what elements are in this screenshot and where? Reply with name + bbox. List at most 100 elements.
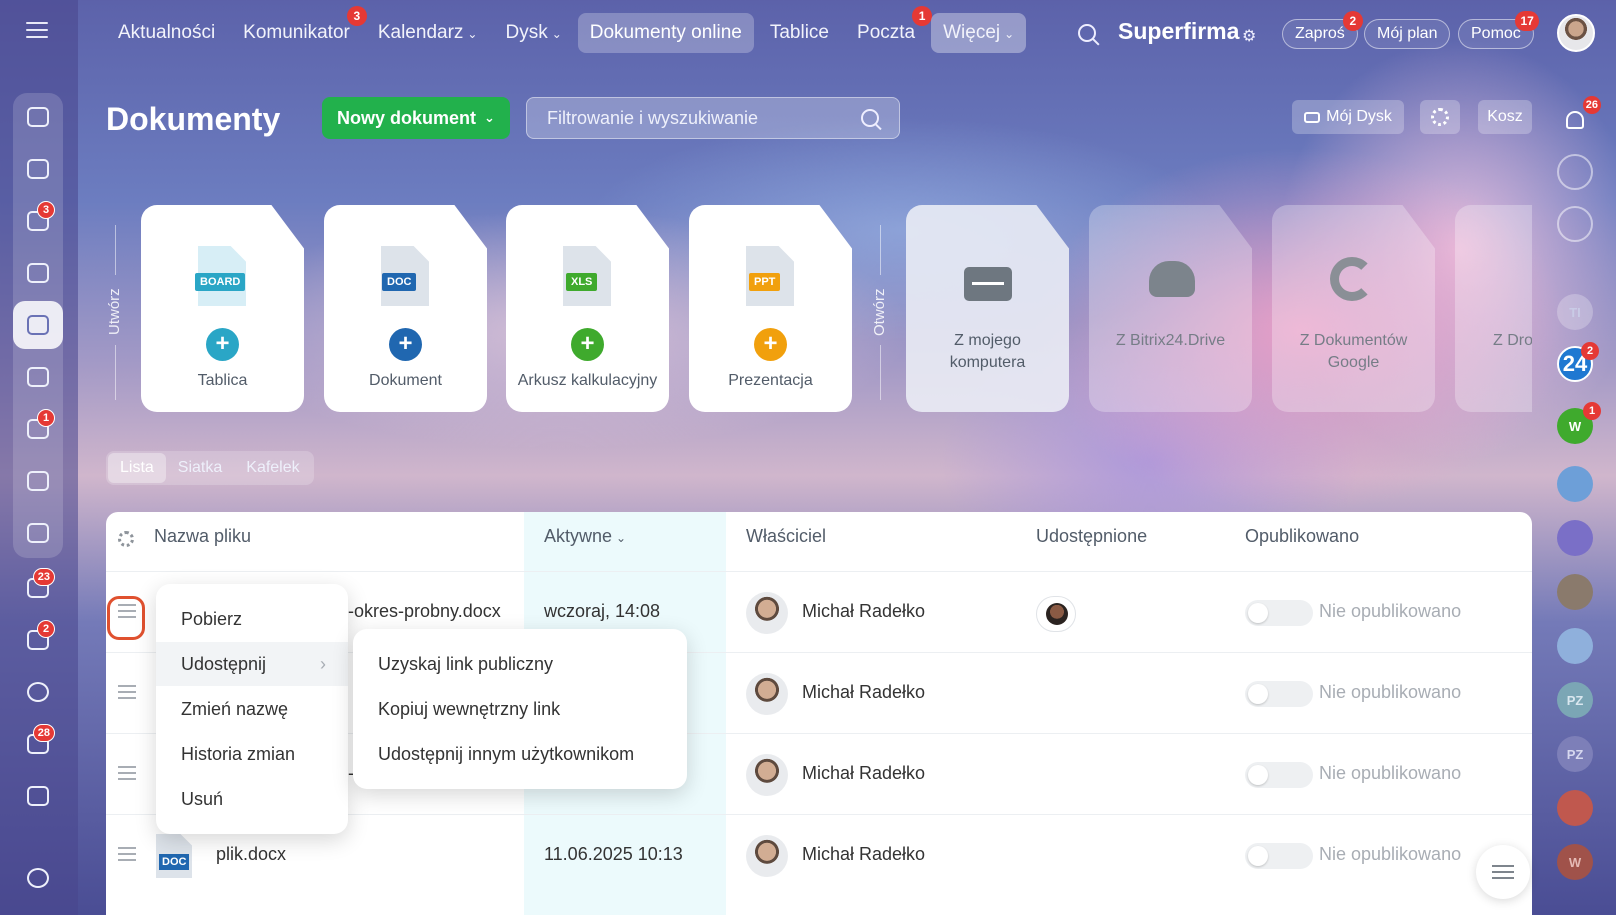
copilot-icon[interactable] bbox=[1557, 154, 1593, 190]
menu-item-delete[interactable]: Usuń bbox=[156, 777, 348, 821]
sidebar-item-chat[interactable]: 3 bbox=[13, 197, 63, 245]
nav-item-calendar[interactable]: Kalendarz ⌄ bbox=[366, 13, 490, 53]
user-avatar[interactable] bbox=[1557, 14, 1595, 52]
sidebar-item-goals[interactable] bbox=[13, 668, 63, 716]
menu-item-share-with-users[interactable]: Udostępnij innym użytkownikom bbox=[353, 732, 687, 776]
settings-button[interactable] bbox=[1420, 100, 1460, 134]
nav-item-news[interactable]: Aktualności bbox=[106, 13, 227, 53]
column-header-name[interactable]: Nazwa pliku bbox=[154, 526, 251, 547]
mail-badge: 1 bbox=[912, 6, 933, 26]
sidebar-item-drive[interactable] bbox=[13, 353, 63, 401]
column-header-shared[interactable]: Udostępnione bbox=[1036, 526, 1147, 547]
sidebar-item-calendar[interactable] bbox=[13, 249, 63, 297]
shared-user-avatar[interactable] bbox=[1036, 596, 1076, 632]
tab-list[interactable]: Lista bbox=[108, 453, 166, 483]
menu-item-share[interactable]: Udostępnij › bbox=[156, 642, 348, 686]
sliders-icon[interactable]: ⚙ bbox=[1242, 26, 1256, 46]
sidebar-item-shop[interactable] bbox=[13, 772, 63, 820]
search-icon[interactable] bbox=[861, 109, 879, 127]
open-from-google-docs-card[interactable]: Z Dokumentów Google bbox=[1272, 205, 1435, 412]
bitrix24-app[interactable]: 24 2 bbox=[1557, 342, 1599, 382]
avatar-w-2[interactable]: W bbox=[1557, 844, 1593, 880]
menu-item-rename[interactable]: Zmień nazwę bbox=[156, 687, 348, 731]
menu-item-download[interactable]: Pobierz bbox=[156, 597, 348, 641]
avatar-pz[interactable]: PZ bbox=[1557, 682, 1593, 718]
column-header-owner[interactable]: Właściciel bbox=[746, 526, 826, 547]
publish-toggle[interactable] bbox=[1245, 600, 1313, 626]
column-header-published[interactable]: Opublikowano bbox=[1245, 526, 1359, 547]
sidebar-item-tasks-list[interactable] bbox=[13, 145, 63, 193]
menu-icon[interactable] bbox=[26, 22, 48, 40]
search-icon[interactable] bbox=[1078, 24, 1096, 42]
nav-item-mail[interactable]: Poczta 1 bbox=[845, 6, 933, 53]
my-disk-button[interactable]: Mój Dysk bbox=[1292, 100, 1404, 134]
file-name[interactable]: -okres-probny.docx bbox=[348, 601, 501, 622]
help-button[interactable]: Pomoc 17 bbox=[1458, 11, 1539, 49]
menu-item-get-public-link[interactable]: Uzyskaj link publiczny bbox=[353, 642, 687, 686]
nav-item-online-documents[interactable]: Dokumenty online bbox=[577, 13, 754, 53]
trash-button[interactable]: Kosz bbox=[1478, 100, 1532, 134]
sidebar-item-tasks[interactable]: 23 bbox=[13, 564, 63, 612]
list-menu-fab[interactable] bbox=[1476, 845, 1530, 899]
row-menu-icon[interactable] bbox=[118, 847, 136, 861]
search-chat-icon[interactable] bbox=[1557, 206, 1593, 242]
owner-avatar[interactable] bbox=[746, 673, 788, 715]
publish-toggle[interactable] bbox=[1245, 762, 1313, 788]
new-document-button[interactable]: Nowy dokument ⌄ bbox=[322, 97, 510, 139]
menu-item-copy-internal-link[interactable]: Kopiuj wewnętrzny link bbox=[353, 687, 687, 731]
owner-name[interactable]: Michał Radełko bbox=[802, 601, 925, 622]
owner-avatar[interactable] bbox=[746, 754, 788, 796]
create-label: Utwórz bbox=[106, 288, 123, 335]
avatar-w[interactable]: W1 bbox=[1557, 402, 1601, 444]
target-app-icon[interactable] bbox=[1557, 520, 1593, 556]
nav-item-boards[interactable]: Tablice bbox=[758, 13, 841, 53]
create-presentation-card[interactable]: PPT + Prezentacja bbox=[689, 205, 852, 412]
sidebar-item-mail[interactable]: 1 bbox=[13, 405, 63, 453]
avatar-pz-2[interactable]: PZ bbox=[1557, 736, 1593, 772]
tab-tiles[interactable]: Kafelek bbox=[234, 453, 311, 483]
tab-grid[interactable]: Siatka bbox=[166, 453, 234, 483]
publish-toggle[interactable] bbox=[1245, 843, 1313, 869]
column-settings-gear-icon[interactable] bbox=[118, 531, 134, 547]
publish-toggle[interactable] bbox=[1245, 681, 1313, 707]
sidebar-item-crm[interactable]: 2 bbox=[13, 616, 63, 664]
video-icon[interactable] bbox=[1557, 790, 1593, 826]
menu-item-history[interactable]: Historia zmian bbox=[156, 732, 348, 776]
company-name[interactable]: Superfirma bbox=[1118, 18, 1239, 45]
nav-item-disk[interactable]: Dysk ⌄ bbox=[493, 13, 573, 53]
my-plan-button[interactable]: Mój plan bbox=[1364, 19, 1451, 49]
nav-item-more[interactable]: Więcej ⌄ bbox=[931, 13, 1027, 53]
search-input[interactable]: Filtrowanie i wyszukiwanie bbox=[526, 97, 900, 139]
create-document-card[interactable]: DOC + Dokument bbox=[324, 205, 487, 412]
create-spreadsheet-card[interactable]: XLS + Arkusz kalkulacyjny bbox=[506, 205, 669, 412]
bell-icon[interactable]: 26 bbox=[1557, 96, 1601, 138]
owner-name[interactable]: Michał Radełko bbox=[802, 763, 925, 784]
sidebar-item-documents[interactable] bbox=[13, 301, 63, 349]
owner-avatar[interactable] bbox=[746, 835, 788, 877]
nav-item-messenger[interactable]: Komunikator 3 bbox=[231, 6, 367, 53]
open-from-dropbox-card[interactable]: Z Dro bbox=[1455, 205, 1532, 412]
owner-name[interactable]: Michał Radełko bbox=[802, 682, 925, 703]
sidebar-item-boards[interactable] bbox=[13, 509, 63, 557]
create-board-card[interactable]: BOARD + Tablica bbox=[141, 205, 304, 412]
column-header-active[interactable]: Aktywne ⌄ bbox=[544, 526, 626, 547]
sidebar-item-employees[interactable] bbox=[13, 457, 63, 505]
invite-badge: 2 bbox=[1342, 11, 1363, 31]
group-icon[interactable] bbox=[1557, 628, 1593, 664]
sidebar-item-feed[interactable] bbox=[13, 93, 63, 141]
invite-button[interactable]: Zaproś 2 bbox=[1282, 11, 1363, 49]
sidebar-item-automation[interactable]: 28 bbox=[13, 720, 63, 768]
open-from-bitrix-drive-card[interactable]: Z Bitrix24.Drive bbox=[1089, 205, 1252, 412]
avatar-ti[interactable]: TI bbox=[1557, 294, 1593, 330]
avatar-photo[interactable] bbox=[1557, 574, 1593, 610]
open-from-computer-card[interactable]: Z mojego komputera bbox=[906, 205, 1069, 412]
tasks-badge: 23 bbox=[32, 568, 55, 586]
chat-group-icon[interactable] bbox=[1557, 466, 1593, 502]
file-name[interactable]: plik.docx bbox=[216, 844, 286, 865]
owner-name[interactable]: Michał Radełko bbox=[802, 844, 925, 865]
sidebar-item-settings[interactable] bbox=[13, 854, 63, 902]
owner-avatar[interactable] bbox=[746, 592, 788, 634]
row-menu-icon[interactable] bbox=[118, 766, 136, 780]
nav-label: Dokumenty online bbox=[589, 22, 742, 43]
row-menu-icon[interactable] bbox=[118, 685, 136, 699]
